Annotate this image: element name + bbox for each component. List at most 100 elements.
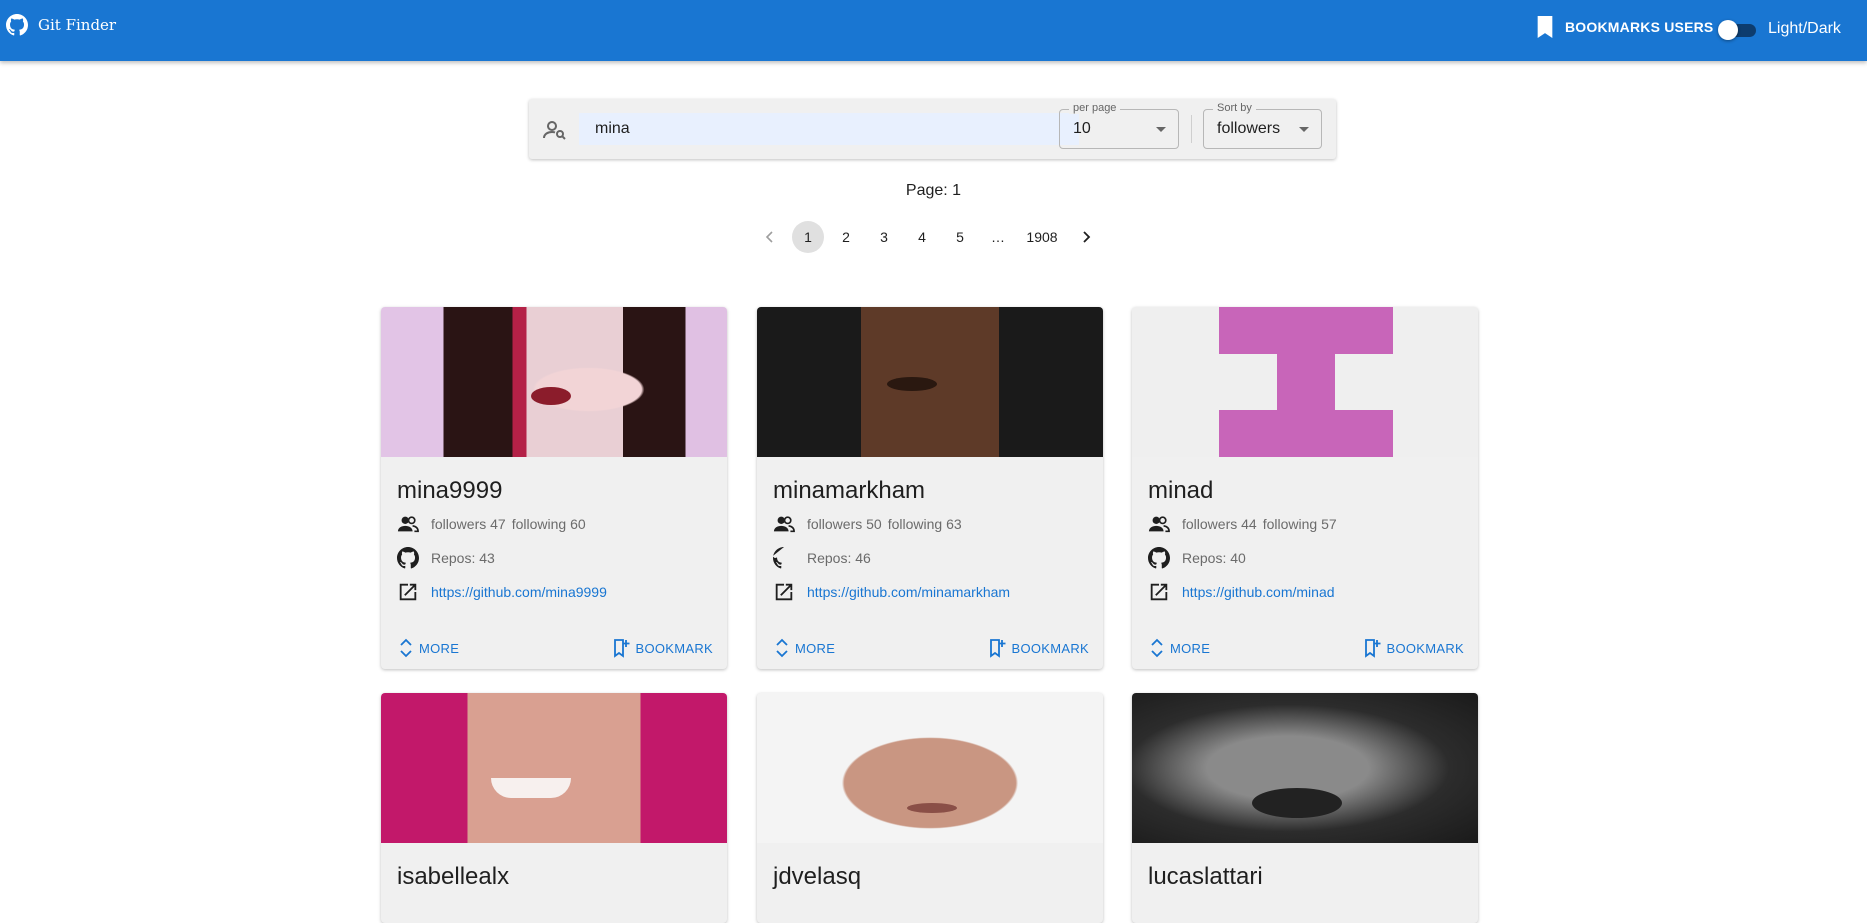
repos-count: Repos: 46 — [807, 550, 871, 566]
more-button[interactable]: MORE — [1148, 638, 1210, 658]
chevron-down-icon — [1156, 127, 1166, 132]
user-card: isabellealx — [381, 693, 727, 923]
repos-row: Repos: 46 — [773, 547, 871, 569]
github-icon — [397, 547, 419, 569]
page-ellipsis: … — [991, 229, 1005, 245]
card-actions: MORE BOOKMARK — [381, 632, 727, 664]
more-label: MORE — [795, 640, 836, 656]
theme-switch[interactable] — [1718, 18, 1758, 40]
divider — [1191, 115, 1192, 143]
user-login: lucaslattari — [1148, 863, 1263, 890]
identicon-image — [1219, 307, 1393, 457]
github-logo-icon — [6, 14, 28, 36]
page-button-4[interactable]: 4 — [906, 221, 938, 253]
page-button-2[interactable]: 2 — [830, 221, 862, 253]
user-avatar — [381, 307, 727, 457]
profile-link-row: https://github.com/minad — [1148, 581, 1335, 603]
bookmark-add-icon — [614, 639, 630, 658]
bookmark-button[interactable]: BOOKMARK — [613, 638, 713, 658]
profile-link[interactable]: https://github.com/mina9999 — [431, 584, 607, 600]
user-login: jdvelasq — [773, 863, 862, 890]
repos-count: Repos: 43 — [431, 550, 495, 566]
user-avatar — [757, 307, 1103, 457]
user-card: minad followers 44 following 57 Repos: 40… — [1132, 307, 1478, 669]
following-count: following 63 — [887, 516, 962, 532]
user-card: lucaslattari — [1132, 693, 1478, 923]
user-avatar — [757, 693, 1103, 843]
bookmark-add-icon — [990, 639, 1006, 658]
more-button[interactable]: MORE — [773, 638, 835, 658]
page-button-5[interactable]: 5 — [944, 221, 976, 253]
chevron-left-icon — [765, 231, 773, 243]
page-button-1[interactable]: 1 — [792, 221, 824, 253]
follow-stats: followers 50 following 63 — [773, 513, 962, 535]
followers-count: followers 47 — [431, 516, 506, 532]
card-actions: MORE BOOKMARK — [757, 632, 1103, 664]
profile-link-row: https://github.com/minamarkham — [773, 581, 1010, 603]
theme-toggle[interactable]: Light/Dark — [1718, 18, 1841, 40]
user-card: jdvelasq — [757, 693, 1103, 923]
followers-count: followers 50 — [807, 516, 882, 532]
user-search-icon — [543, 121, 566, 140]
user-card: minamarkham followers 50 following 63 Rep… — [757, 307, 1103, 669]
people-icon — [773, 516, 795, 533]
search-input[interactable] — [579, 113, 1079, 145]
sort-by-value: followers — [1217, 120, 1281, 137]
bookmarks-users-label: BOOKMARKS USERS — [1565, 19, 1714, 35]
more-button[interactable]: MORE — [397, 638, 459, 658]
user-avatar — [381, 693, 727, 843]
bookmarks-users-button[interactable]: BOOKMARKS USERS — [1535, 16, 1713, 38]
per-page-value: 10 — [1073, 120, 1091, 137]
theme-label: Light/Dark — [1768, 20, 1841, 37]
external-link-icon — [399, 583, 417, 601]
next-page-button[interactable] — [1070, 221, 1102, 253]
unfold-more-icon — [1151, 638, 1163, 658]
user-login: minad — [1148, 477, 1214, 504]
more-label: MORE — [1170, 640, 1211, 656]
user-login: isabellealx — [397, 863, 510, 890]
sort-by-select[interactable]: Sort by followers — [1203, 102, 1322, 149]
user-login: mina9999 — [397, 477, 503, 504]
external-link-icon — [1150, 583, 1168, 601]
user-card: mina9999 followers 47 following 60 Repos:… — [381, 307, 727, 669]
more-label: MORE — [419, 640, 460, 656]
previous-page-button[interactable] — [754, 221, 786, 253]
people-icon — [1148, 516, 1170, 533]
per-page-select[interactable]: per page 10 — [1059, 102, 1179, 149]
user-avatar — [1132, 693, 1478, 843]
following-count: following 60 — [511, 516, 586, 532]
people-icon — [397, 516, 419, 533]
bookmark-label: BOOKMARK — [1386, 640, 1464, 656]
bookmark-label: BOOKMARK — [635, 640, 713, 656]
bookmark-button[interactable]: BOOKMARK — [1364, 638, 1464, 658]
external-link-icon — [775, 583, 793, 601]
follow-stats: followers 47 following 60 — [397, 513, 586, 535]
unfold-more-icon — [400, 638, 412, 658]
follow-stats: followers 44 following 57 — [1148, 513, 1337, 535]
profile-link-row: https://github.com/mina9999 — [397, 581, 607, 603]
sort-by-label: Sort by — [1213, 102, 1256, 114]
app-bar: Git Finder BOOKMARKS USERS Light/Dark — [0, 0, 1867, 61]
chevron-right-icon — [1083, 231, 1091, 243]
github-icon — [773, 547, 784, 569]
following-count: following 57 — [1262, 516, 1337, 532]
search-field[interactable] — [579, 113, 1079, 145]
repos-row: Repos: 40 — [1148, 547, 1246, 569]
repos-row: Repos: 43 — [397, 547, 495, 569]
profile-link[interactable]: https://github.com/minamarkham — [807, 584, 1010, 600]
pagination: 1 2 3 4 5 … 1908 — [754, 221, 1102, 253]
app-title: Git Finder — [38, 16, 117, 34]
brand[interactable]: Git Finder — [6, 14, 116, 36]
profile-link[interactable]: https://github.com/minad — [1182, 584, 1335, 600]
search-panel: per page 10 Sort by followers — [529, 99, 1336, 159]
chevron-down-icon — [1299, 127, 1309, 132]
user-login: minamarkham — [773, 477, 926, 504]
bookmark-button[interactable]: BOOKMARK — [989, 638, 1089, 658]
bookmark-icon — [1537, 16, 1553, 38]
user-avatar — [1132, 307, 1478, 457]
page-button-last[interactable]: 1908 — [1020, 221, 1064, 253]
page-indicator: Page: 1 — [905, 182, 962, 199]
followers-count: followers 44 — [1182, 516, 1257, 532]
bookmark-add-icon — [1365, 639, 1381, 658]
page-button-3[interactable]: 3 — [868, 221, 900, 253]
